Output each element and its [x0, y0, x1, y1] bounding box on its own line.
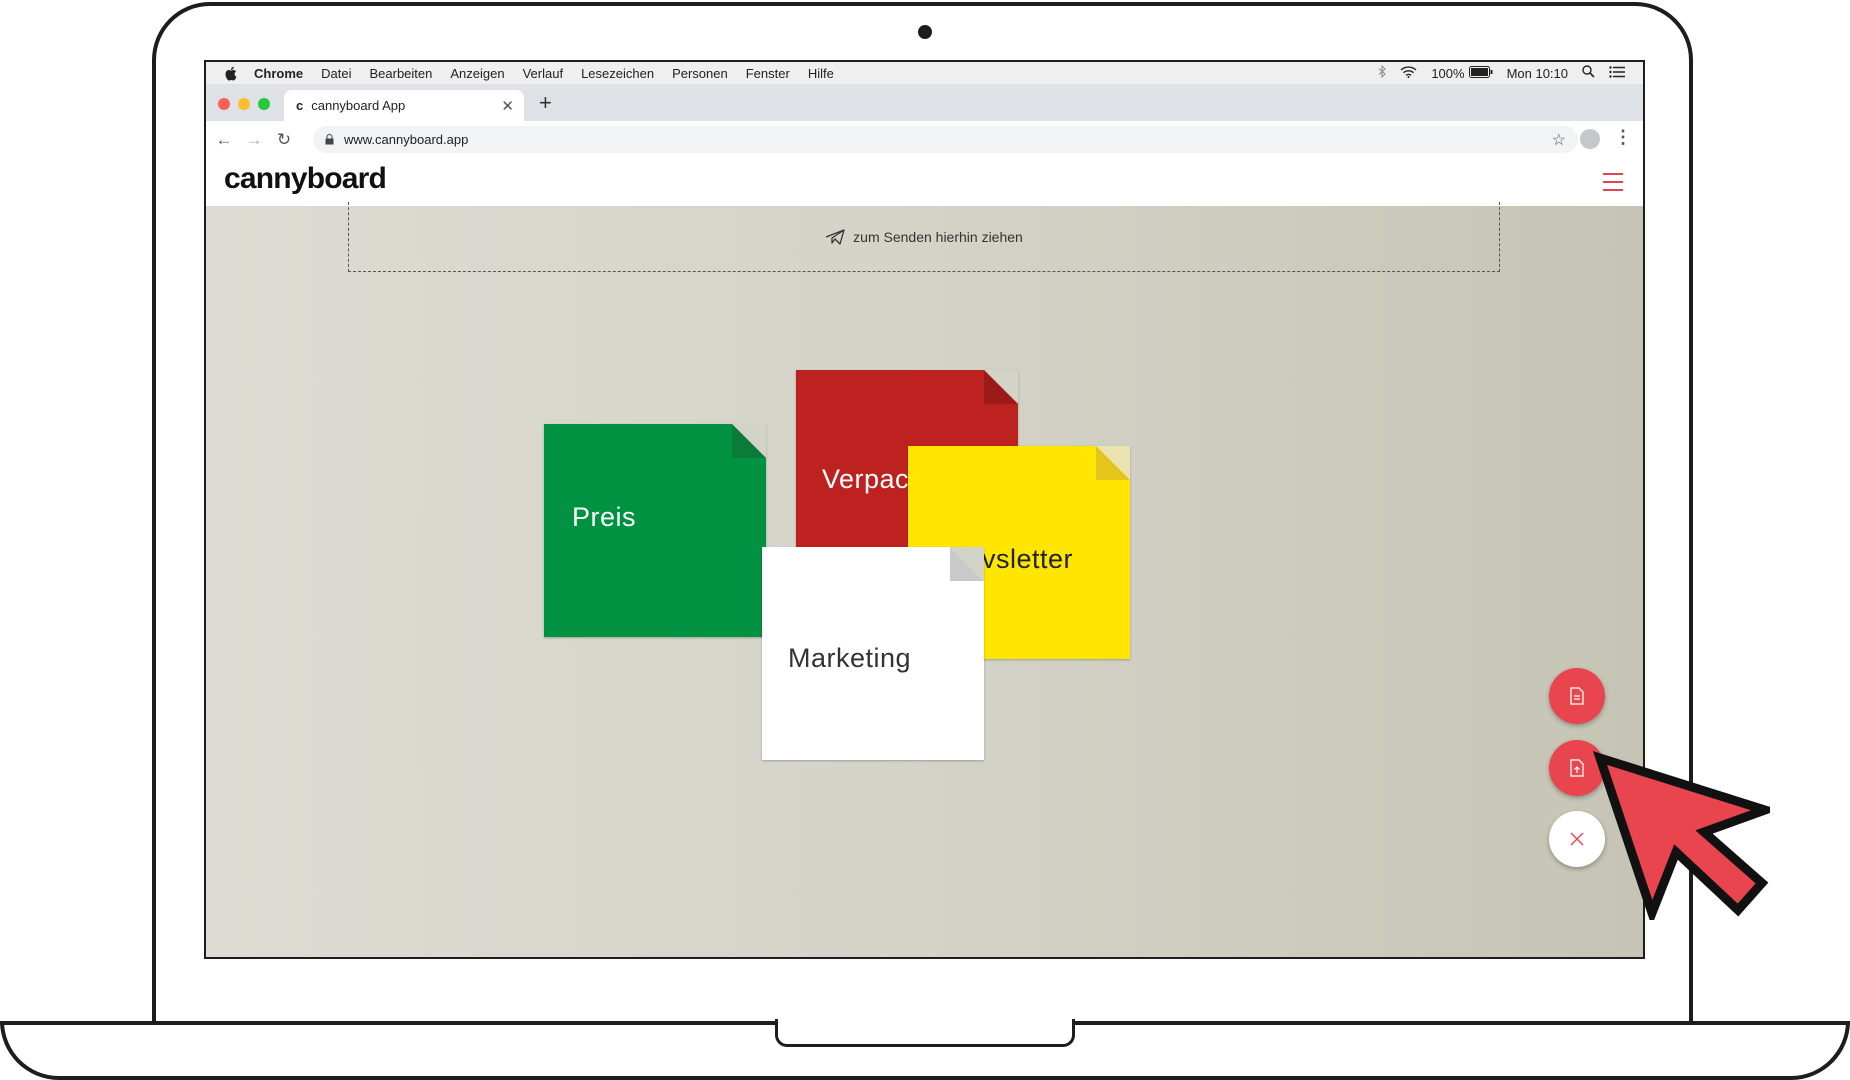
note-corner-curl	[950, 547, 984, 581]
menu-personen[interactable]: Personen	[672, 66, 728, 81]
cannyboard-logo[interactable]: cannyboard	[224, 162, 387, 196]
apple-icon[interactable]	[224, 66, 240, 81]
window-zoom-button[interactable]	[258, 98, 270, 110]
note-corner-curl	[1096, 446, 1130, 480]
back-arrow-icon[interactable]: ←	[209, 130, 239, 150]
pointer-cursor-icon	[1592, 751, 1770, 920]
tab-close-icon[interactable]: ✕	[501, 97, 514, 115]
menu-verlauf[interactable]: Verlauf	[523, 66, 563, 81]
note-label: vsletter	[982, 544, 1074, 574]
app-header: cannyboard	[206, 158, 1643, 206]
tab-favicon: c	[296, 98, 304, 113]
note-icon	[1570, 687, 1584, 705]
note-label: Preis	[572, 502, 637, 532]
board-canvas[interactable]: zum Senden hierhin ziehen Preis Verpac v…	[206, 202, 1643, 957]
window-close-button[interactable]	[218, 98, 230, 110]
screen: Chrome Datei Bearbeiten Anzeigen Verlauf…	[204, 60, 1645, 959]
menu-lesezeichen[interactable]: Lesezeichen	[581, 66, 654, 81]
address-bar[interactable]: www.cannyboard.app ☆	[313, 126, 1578, 153]
new-tab-button[interactable]: +	[539, 91, 552, 115]
menu-fenster[interactable]: Fenster	[746, 66, 790, 81]
macos-menubar: Chrome Datei Bearbeiten Anzeigen Verlauf…	[206, 62, 1643, 85]
menu-hilfe[interactable]: Hilfe	[808, 66, 834, 81]
reload-icon[interactable]: ↻	[269, 130, 299, 150]
note-label: Verpac	[822, 464, 910, 494]
lock-icon	[325, 134, 334, 145]
menu-bearbeiten[interactable]: Bearbeiten	[369, 66, 432, 81]
menu-datei[interactable]: Datei	[321, 66, 351, 81]
bluetooth-icon[interactable]	[1378, 64, 1387, 81]
menu-anzeigen[interactable]: Anzeigen	[450, 66, 504, 81]
tab-title: cannyboard App	[311, 98, 406, 113]
browser-tabstrip: c cannyboard App ✕ +	[206, 84, 1643, 121]
add-note-button[interactable]	[1549, 668, 1605, 724]
close-icon	[1570, 832, 1584, 846]
menubar-clock[interactable]: Mon 10:10	[1507, 66, 1568, 81]
notification-center-icon[interactable]	[1609, 65, 1625, 81]
battery-percent: 100%	[1431, 65, 1465, 81]
webcam	[918, 25, 932, 39]
upload-icon	[1570, 759, 1584, 777]
dropzone-text: zum Senden hierhin ziehen	[853, 228, 1023, 245]
paper-plane-icon	[825, 228, 845, 245]
send-dropzone[interactable]: zum Senden hierhin ziehen	[348, 202, 1500, 272]
note-corner-curl	[732, 424, 766, 458]
note-corner-curl	[984, 370, 1018, 404]
hamburger-menu-icon[interactable]	[1603, 173, 1623, 197]
sticky-note-preis[interactable]: Preis	[544, 424, 766, 637]
bookmark-star-icon[interactable]: ☆	[1552, 130, 1566, 150]
chrome-menu-icon[interactable]: ⋮	[1614, 127, 1632, 148]
note-label: Marketing	[788, 643, 912, 673]
laptop-notch	[775, 1019, 1075, 1047]
profile-avatar-icon[interactable]	[1580, 129, 1600, 149]
window-minimize-button[interactable]	[238, 98, 250, 110]
battery-icon[interactable]	[1468, 65, 1493, 81]
url-text[interactable]: www.cannyboard.app	[344, 132, 468, 147]
forward-arrow-icon[interactable]: →	[239, 130, 269, 150]
wifi-icon[interactable]	[1400, 65, 1417, 81]
spotlight-search-icon[interactable]	[1582, 65, 1595, 81]
menubar-status-area: 100% Mon 10:10	[1378, 64, 1643, 81]
browser-toolbar: ← → ↻ www.cannyboard.app ☆ ⋮	[206, 121, 1643, 159]
sticky-note-marketing[interactable]: Marketing	[762, 547, 984, 760]
menu-app-name[interactable]: Chrome	[254, 66, 303, 81]
browser-tab-cannyboard[interactable]: c cannyboard App ✕	[284, 90, 524, 121]
